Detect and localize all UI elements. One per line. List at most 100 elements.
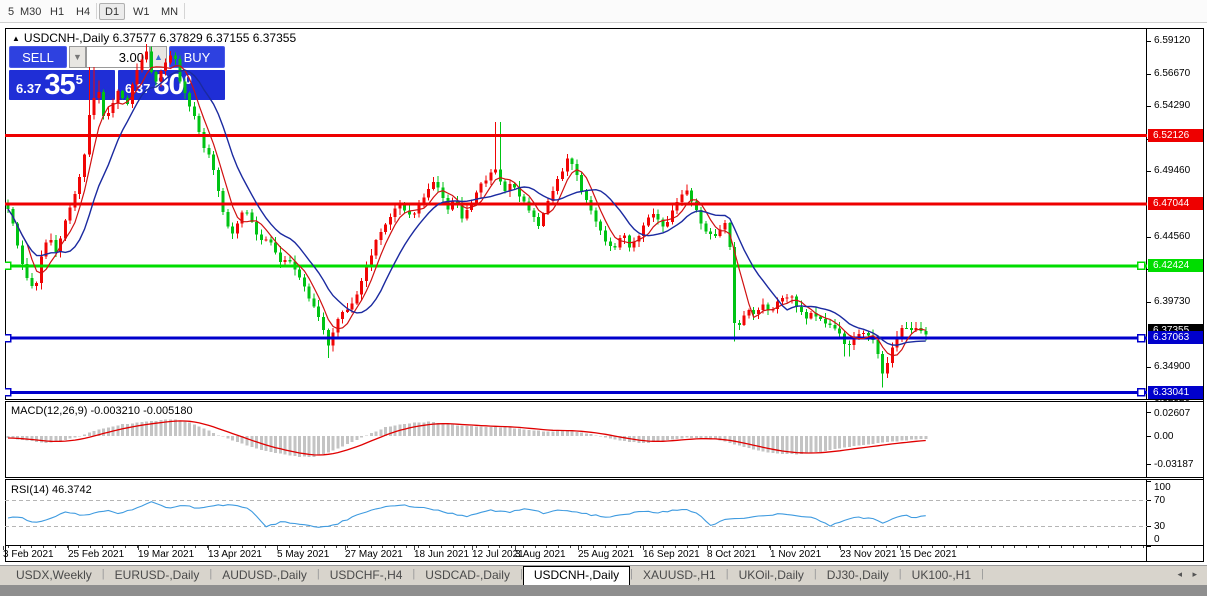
date-minor-tick — [160, 546, 161, 548]
date-minor-tick — [535, 546, 536, 548]
date-minor-tick — [886, 546, 887, 548]
date-minor-tick — [862, 546, 863, 548]
date-minor-tick — [1143, 546, 1144, 548]
date-minor-tick — [359, 546, 360, 548]
date-minor-tick — [418, 546, 419, 548]
date-minor-tick — [195, 546, 196, 548]
date-minor-tick — [757, 546, 758, 548]
main-price-chart[interactable] — [5, 29, 1147, 401]
level-price-badge: 6.42424 — [1148, 259, 1203, 272]
price-tick-mark — [1147, 41, 1151, 42]
date-minor-tick — [780, 546, 781, 548]
price-tick-mark — [1147, 106, 1151, 107]
timeframe-button-h1[interactable]: H1 — [44, 3, 70, 20]
date-minor-tick — [956, 546, 957, 548]
date-minor-tick — [1073, 546, 1074, 548]
date-minor-tick — [687, 546, 688, 548]
date-label: 3 Aug 2021 — [515, 549, 566, 560]
tab-xauusd-h1[interactable]: XAUUSD-,H1 — [633, 566, 726, 586]
date-minor-tick — [1084, 546, 1085, 548]
date-minor-tick — [242, 546, 243, 548]
timeframe-button-h4[interactable]: H4 — [70, 3, 96, 20]
date-minor-tick — [254, 546, 255, 548]
date-minor-tick — [979, 546, 980, 548]
macd-label: MACD(12,26,9) -0.003210 -0.005180 — [11, 405, 193, 417]
trading-platform: { "toolbar": { "timeframes": [ {"label":… — [0, 0, 1207, 596]
date-minor-tick — [382, 546, 383, 548]
tab-eurusd-daily[interactable]: EURUSD-,Daily — [105, 566, 210, 586]
tab-ukoil-daily[interactable]: UKOil-,Daily — [729, 566, 814, 586]
tab-scroll-right-icon[interactable]: ▸ — [1192, 569, 1201, 579]
date-minor-tick — [371, 546, 372, 548]
price-tick-mark — [1147, 399, 1151, 400]
macd-tick-mark — [1147, 464, 1151, 465]
price-tick-mark — [1147, 302, 1151, 303]
price-tick-mark — [1147, 367, 1151, 368]
tab-scroll-left-icon[interactable]: ◂ — [1177, 569, 1192, 579]
date-minor-tick — [652, 546, 653, 548]
date-minor-tick — [921, 546, 922, 548]
level-handles[interactable] — [5, 262, 1145, 395]
date-label: 18 Jun 2021 — [414, 549, 469, 560]
rsi-tick-mark — [1147, 546, 1151, 547]
price-tick-label: 6.39730 — [1154, 296, 1190, 307]
date-minor-tick — [429, 546, 430, 548]
date-minor-tick — [1014, 546, 1015, 548]
timeframe-button-w1[interactable]: W1 — [127, 3, 156, 20]
rsi-indicator-pane[interactable] — [5, 481, 1147, 545]
date-minor-tick — [265, 546, 266, 548]
tab-usdcad-daily[interactable]: USDCAD-,Daily — [415, 566, 520, 586]
macd-tick-label: 0.00 — [1154, 431, 1173, 442]
date-minor-tick — [394, 546, 395, 548]
macd-tick-label: -0.03187 — [1154, 459, 1193, 470]
rsi-tick-mark — [1147, 500, 1151, 501]
tab-audusd-daily[interactable]: AUDUSD-,Daily — [212, 566, 317, 586]
price-tick-mark — [1147, 171, 1151, 172]
date-minor-tick — [336, 546, 337, 548]
date-label: 1 Nov 2021 — [770, 549, 821, 560]
tab-dj30-daily[interactable]: DJ30-,Daily — [817, 566, 899, 586]
date-minor-tick — [663, 546, 664, 548]
date-label: 25 Feb 2021 — [68, 549, 124, 560]
date-minor-tick — [546, 546, 547, 548]
timeframe-button-d1[interactable]: D1 — [99, 3, 125, 20]
date-minor-tick — [148, 546, 149, 548]
date-minor-tick — [675, 546, 676, 548]
rsi-line — [8, 502, 926, 528]
tab-usdcnh-daily[interactable]: USDCNH-,Daily — [523, 566, 630, 586]
date-minor-tick — [745, 546, 746, 548]
price-tick-label: 6.49460 — [1154, 165, 1190, 176]
tab-uk100-h1[interactable]: UK100-,H1 — [902, 566, 981, 586]
date-minor-tick — [827, 546, 828, 548]
date-minor-tick — [499, 546, 500, 548]
date-minor-tick — [289, 546, 290, 548]
toolbar-separator — [96, 3, 97, 19]
date-minor-tick — [698, 546, 699, 548]
date-label: 8 Oct 2021 — [707, 549, 756, 560]
date-minor-tick — [1003, 546, 1004, 548]
tab-usdchf-h4[interactable]: USDCHF-,H4 — [320, 566, 413, 586]
date-minor-tick — [850, 546, 851, 548]
date-label: 13 Apr 2021 — [208, 549, 262, 560]
date-label: 23 Nov 2021 — [840, 549, 897, 560]
date-minor-tick — [31, 546, 32, 548]
tab-usdx-weekly[interactable]: USDX,Weekly — [6, 566, 102, 586]
rsi-tick-label: 30 — [1154, 521, 1165, 532]
date-minor-tick — [944, 546, 945, 548]
date-minor-tick — [1026, 546, 1027, 548]
timeframe-button-m30[interactable]: M30 — [14, 3, 47, 20]
price-tick-mark — [1147, 74, 1151, 75]
toolbar-separator — [184, 3, 185, 19]
date-minor-tick — [616, 546, 617, 548]
date-minor-tick — [43, 546, 44, 548]
date-minor-tick — [722, 546, 723, 548]
date-minor-tick — [511, 546, 512, 548]
timeframe-button-mn[interactable]: MN — [155, 3, 184, 20]
price-tick-label: 6.54290 — [1154, 100, 1190, 111]
date-minor-tick — [172, 546, 173, 548]
rsi-tick-label: 100 — [1154, 482, 1171, 493]
date-minor-tick — [347, 546, 348, 548]
date-minor-tick — [476, 546, 477, 548]
date-minor-tick — [1096, 546, 1097, 548]
macd-tick-mark — [1147, 412, 1151, 413]
